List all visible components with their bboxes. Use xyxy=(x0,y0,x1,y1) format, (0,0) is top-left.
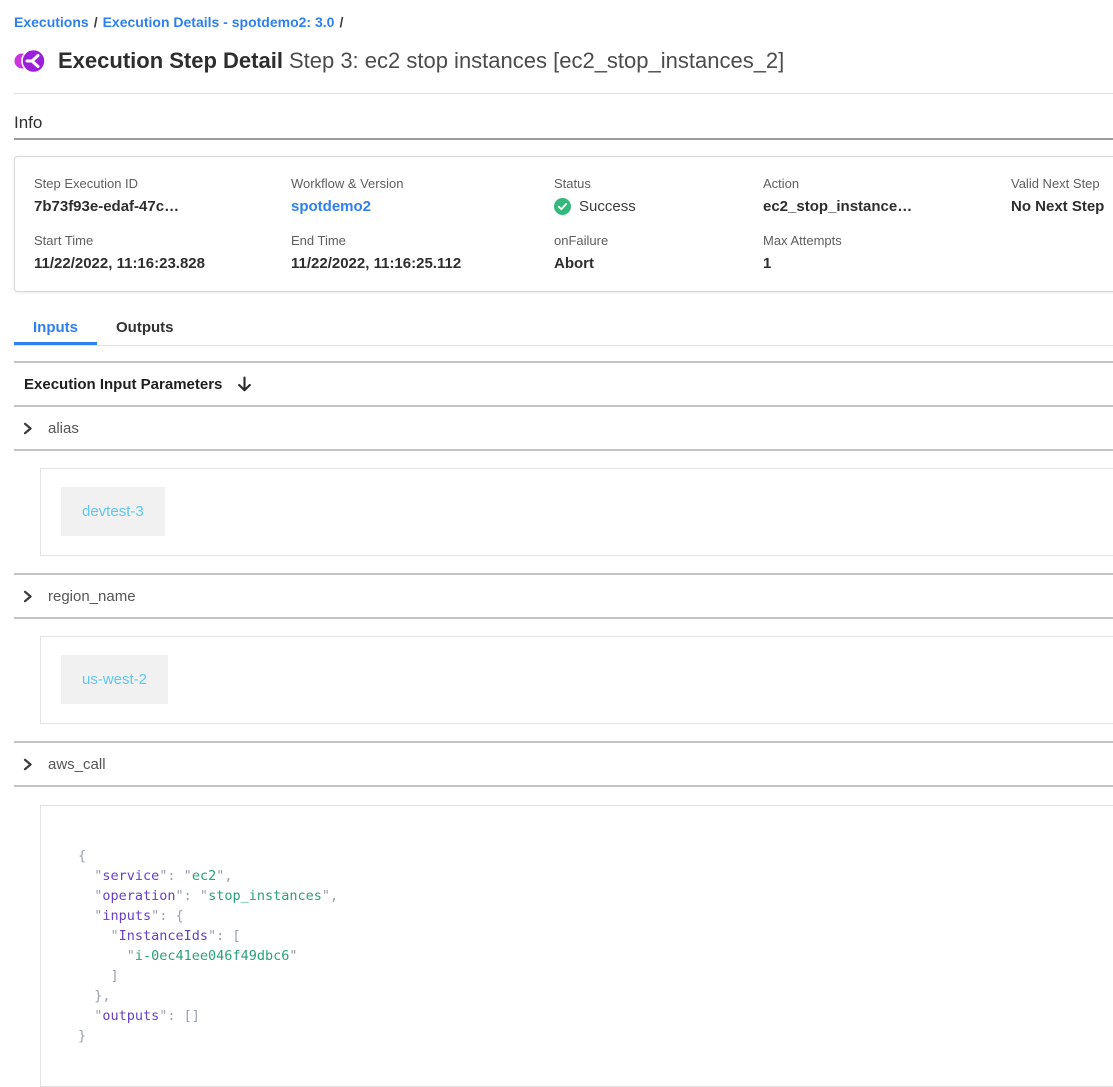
down-arrow-icon[interactable] xyxy=(237,376,252,393)
execution-input-parameters-heading: Execution Input Parameters xyxy=(14,363,1113,405)
breadcrumb-link-executions[interactable]: Executions xyxy=(14,14,89,30)
section-divider xyxy=(14,617,1113,619)
field-label: Status xyxy=(554,176,763,191)
field-end-time: End Time 11/22/2022, 11:16:25.112 xyxy=(291,233,554,272)
field-label: Valid Next Step xyxy=(1011,176,1113,191)
field-start-time: Start Time 11/22/2022, 11:16:23.828 xyxy=(34,233,291,272)
param-section-name: region_name xyxy=(48,588,136,605)
field-valid-next-step: Valid Next Step No Next Step xyxy=(1011,176,1113,215)
title-divider xyxy=(14,93,1113,94)
json-code-block: { "service": "ec2", "operation": "stop_i… xyxy=(78,846,1093,1046)
page-header: Execution Step DetailStep 3: ec2 stop in… xyxy=(14,46,1113,76)
page-title-step: Step 3: ec2 stop instances [ec2_stop_ins… xyxy=(289,48,784,73)
param-value-chip: devtest-3 xyxy=(61,487,165,536)
breadcrumb-separator: / xyxy=(94,14,98,30)
breadcrumb-link-execution-details[interactable]: Execution Details - spotdemo2: 3.0 xyxy=(103,14,335,30)
param-section-alias[interactable]: alias xyxy=(14,407,1113,449)
field-value: Abort xyxy=(554,255,763,272)
field-label: Start Time xyxy=(34,233,291,248)
field-value: ec2_stop_instance… xyxy=(763,198,1011,215)
field-onfailure: onFailure Abort xyxy=(554,233,763,272)
breadcrumb-separator: / xyxy=(339,14,343,30)
execution-input-parameters-label: Execution Input Parameters xyxy=(24,376,222,393)
tab-inputs[interactable]: Inputs xyxy=(14,312,97,345)
section-divider xyxy=(14,785,1113,787)
field-value: 7b73f93e-edaf-47c… xyxy=(34,198,291,215)
info-heading: Info xyxy=(14,113,1113,133)
io-tabs: Inputs Outputs xyxy=(14,312,1113,346)
page-title-main: Execution Step Detail xyxy=(58,48,283,73)
param-value-box-alias: devtest-3 xyxy=(40,468,1113,556)
field-label: Step Execution ID xyxy=(34,176,291,191)
step-info-grid: Step Execution ID 7b73f93e-edaf-47c… Wor… xyxy=(34,176,1113,272)
workflow-logo-icon xyxy=(14,46,46,76)
chevron-right-icon[interactable] xyxy=(21,758,34,771)
field-empty xyxy=(1011,233,1113,272)
param-section-aws-call[interactable]: aws_call xyxy=(14,743,1113,785)
param-section-name: alias xyxy=(48,420,79,437)
param-value-chip: us-west-2 xyxy=(61,655,168,704)
step-info-card: Step Execution ID 7b73f93e-edaf-47c… Wor… xyxy=(14,156,1113,292)
param-section-region-name[interactable]: region_name xyxy=(14,575,1113,617)
field-status: Status Success xyxy=(554,176,763,215)
field-label: Workflow & Version xyxy=(291,176,554,191)
status-text: Success xyxy=(579,198,636,215)
field-value: 11/22/2022, 11:16:23.828 xyxy=(34,255,291,272)
field-value: 1 xyxy=(763,255,1011,272)
breadcrumb: Executions/Execution Details - spotdemo2… xyxy=(14,14,1113,30)
success-check-icon xyxy=(554,198,571,215)
field-label: Action xyxy=(763,176,1011,191)
field-label: onFailure xyxy=(554,233,763,248)
info-divider xyxy=(14,138,1113,140)
page-title: Execution Step DetailStep 3: ec2 stop in… xyxy=(58,48,784,74)
field-workflow-version: Workflow & Version spotdemo2 xyxy=(291,176,554,215)
chevron-right-icon[interactable] xyxy=(21,590,34,603)
field-label: Max Attempts xyxy=(763,233,1011,248)
param-section-name: aws_call xyxy=(48,756,106,773)
field-value: No Next Step xyxy=(1011,198,1113,215)
field-max-attempts: Max Attempts 1 xyxy=(763,233,1011,272)
field-label: End Time xyxy=(291,233,554,248)
tab-outputs[interactable]: Outputs xyxy=(97,312,193,345)
field-action: Action ec2_stop_instance… xyxy=(763,176,1011,215)
status-badge: Success xyxy=(554,198,763,215)
workflow-link[interactable]: spotdemo2 xyxy=(291,198,554,215)
param-value-box-region-name: us-west-2 xyxy=(40,636,1113,724)
chevron-right-icon[interactable] xyxy=(21,422,34,435)
page: Executions/Execution Details - spotdemo2… xyxy=(0,0,1113,1087)
field-step-execution-id: Step Execution ID 7b73f93e-edaf-47c… xyxy=(34,176,291,215)
field-value: 11/22/2022, 11:16:25.112 xyxy=(291,255,554,272)
section-divider xyxy=(14,449,1113,451)
param-value-box-aws-call: { "service": "ec2", "operation": "stop_i… xyxy=(40,805,1113,1087)
